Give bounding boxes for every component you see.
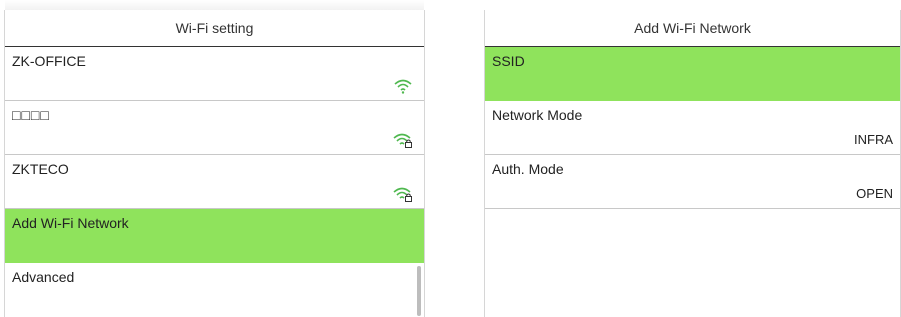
add-wifi-network-panel: Add Wi-Fi Network SSID Network Mode INFR… (484, 10, 901, 317)
network-name: ZK-OFFICE (12, 53, 86, 69)
menu-label: Advanced (12, 269, 75, 285)
scrollbar[interactable] (417, 266, 421, 316)
wifi-locked-icon (393, 133, 412, 148)
field-label: SSID (492, 53, 525, 69)
wifi-locked-icon (393, 187, 412, 202)
field-label: Network Mode (492, 107, 583, 123)
wifi-setting-panel: Wi-Fi setting ZK-OFFICE □□□□ ZKTECO Add … (4, 0, 425, 317)
field-value: OPEN (856, 186, 893, 201)
advanced-item[interactable]: Advanced (5, 263, 424, 317)
panel-title: Add Wi-Fi Network (485, 10, 900, 47)
menu-label: Add Wi-Fi Network (12, 215, 129, 231)
field-value: INFRA (854, 132, 893, 147)
panel-top-shadow (5, 0, 424, 10)
ssid-field[interactable]: SSID (485, 47, 900, 101)
add-wifi-network-item[interactable]: Add Wi-Fi Network (5, 209, 424, 263)
panel-title: Wi-Fi setting (5, 10, 424, 47)
network-mode-field[interactable]: Network Mode INFRA (485, 101, 900, 155)
network-item-zkteco[interactable]: ZKTECO (5, 155, 424, 209)
auth-mode-field[interactable]: Auth. Mode OPEN (485, 155, 900, 209)
network-name: ZKTECO (12, 161, 69, 177)
network-item-unnamed[interactable]: □□□□ (5, 101, 424, 155)
network-name: □□□□ (12, 107, 50, 123)
field-label: Auth. Mode (492, 161, 564, 177)
wifi-icon (394, 79, 412, 94)
network-item-zk-office[interactable]: ZK-OFFICE (5, 47, 424, 101)
